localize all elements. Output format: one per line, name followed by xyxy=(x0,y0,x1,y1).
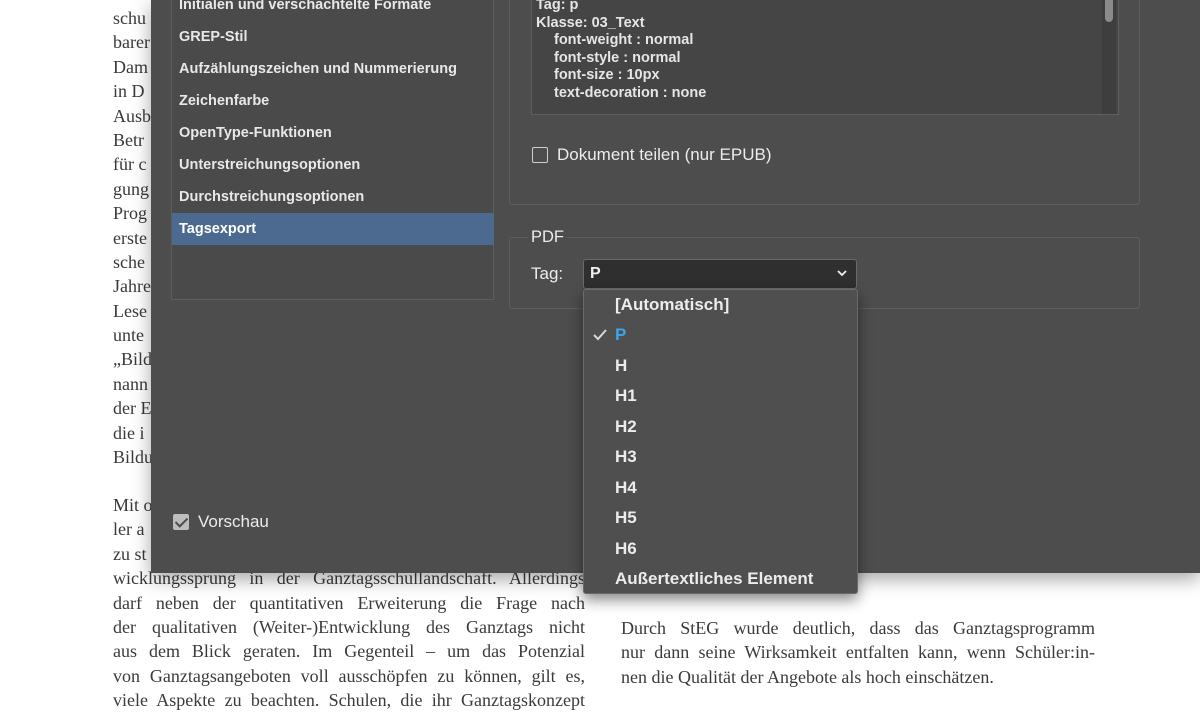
document-text-line: darf neben der quantitativen Erweiterung… xyxy=(113,592,585,613)
dropdown-option-label: H4 xyxy=(615,477,637,497)
document-column-right: Durch StEG wurde deutlich, dass das Ganz… xyxy=(621,616,1095,689)
split-document-option[interactable]: Dokument teilen (nur EPUB) xyxy=(532,144,771,166)
css-preview-scrollbar[interactable] xyxy=(1102,0,1116,114)
preview-checkbox[interactable] xyxy=(173,514,189,530)
document-text-line: von Ganztagsangeboten voll ausschöpfen z… xyxy=(113,665,585,686)
dropdown-option[interactable]: H4 xyxy=(584,473,857,503)
dropdown-option[interactable]: H3 xyxy=(584,442,857,472)
tag-label: Tag: xyxy=(531,264,564,283)
tag-select[interactable]: P xyxy=(583,259,857,289)
document-text-line: nur dann seine Wirksamkeit entfalten kan… xyxy=(621,642,1095,663)
category-item[interactable]: Unterstreichungsoptionen xyxy=(172,149,494,181)
dropdown-option-label: H3 xyxy=(615,447,637,467)
css-preview-line: text-decoration : none xyxy=(554,84,707,101)
css-preview-line: font-weight : normal xyxy=(554,32,694,48)
category-item[interactable]: Aufzählungszeichen und Nummerierung xyxy=(172,53,494,85)
document-text-line: viele Aspekte zu beachten. Schulen, die … xyxy=(113,690,585,711)
category-item[interactable]: Tagsexport xyxy=(172,213,494,245)
dropdown-option[interactable]: H1 xyxy=(584,381,857,411)
document-text-line: Durch StEG wurde deutlich, dass das Ganz… xyxy=(621,618,1095,638)
preview-option[interactable]: Vorschau xyxy=(173,511,269,533)
dropdown-option-label: H6 xyxy=(615,538,637,558)
dropdown-option[interactable]: Außertextliches Element xyxy=(584,564,857,594)
category-item[interactable]: Initialen und verschachtelte Formate xyxy=(172,0,494,21)
dropdown-option-label: H1 xyxy=(615,386,637,406)
split-document-label: Dokument teilen (nur EPUB) xyxy=(557,145,772,164)
epub-html-group: Tag: p Klasse: 03_Text font-weight : norma… xyxy=(509,0,1140,205)
chevron-down-icon xyxy=(837,270,847,277)
category-item[interactable]: GREP-Stil xyxy=(172,21,494,53)
document-text-line: aus dem Blick geraten. Im Gegenteil – um… xyxy=(113,641,585,662)
tag-select-value: P xyxy=(590,265,601,282)
dropdown-option-label: H2 xyxy=(615,416,637,436)
dropdown-option-label: P xyxy=(615,325,627,345)
document-text-line: nen die Qualität der Angebote als hoch e… xyxy=(621,666,994,687)
dropdown-option-label: Außertextliches Element xyxy=(615,569,814,589)
document-text-line: der qualitativen (Weiter-)Entwicklung de… xyxy=(113,616,585,637)
dropdown-option[interactable]: [Automatisch] xyxy=(584,290,857,320)
category-item[interactable]: OpenType-Funktionen xyxy=(172,117,494,149)
dropdown-option[interactable]: H6 xyxy=(584,534,857,564)
tag-dropdown-menu: [Automatisch] P H H1 H2 H3 H4 H5 H6 Außertextlich… xyxy=(583,289,858,594)
dropdown-option-label: H5 xyxy=(615,508,637,528)
dropdown-option[interactable]: H5 xyxy=(584,503,857,533)
dropdown-option[interactable]: H xyxy=(584,351,857,381)
category-list: Initialen und verschachtelte Formate GREP… xyxy=(171,0,494,300)
split-document-checkbox[interactable] xyxy=(532,147,548,163)
category-item[interactable]: Durchstreichungsoptionen xyxy=(172,181,494,213)
dropdown-option[interactable]: P xyxy=(584,320,857,350)
dropdown-option[interactable]: H2 xyxy=(584,412,857,442)
scrollbar-thumb[interactable] xyxy=(1105,0,1113,22)
dropdown-option-label: H xyxy=(615,355,628,375)
preview-label: Vorschau xyxy=(198,512,269,531)
css-preview-box: Tag: p Klasse: 03_Text font-weight : norma… xyxy=(531,0,1119,115)
css-preview-line: font-style : normal xyxy=(554,49,681,66)
css-preview-line: Klasse: 03_Text xyxy=(536,14,645,31)
checkmark-icon xyxy=(593,329,607,341)
css-preview-line: font-size : 10px xyxy=(554,67,660,83)
dropdown-option-label: [Automatisch] xyxy=(615,295,730,314)
css-preview-line: Tag: p xyxy=(536,0,579,13)
category-item[interactable]: Zeichenfarbe xyxy=(172,85,494,117)
pdf-group-title: PDF xyxy=(528,227,567,247)
